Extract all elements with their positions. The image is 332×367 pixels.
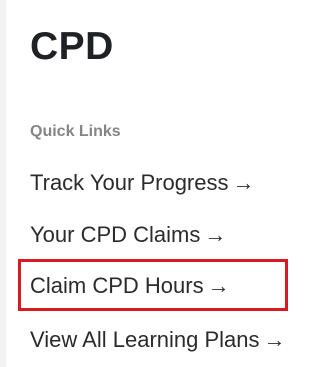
track-your-progress-link[interactable]: Track Your Progress →: [30, 168, 255, 198]
link-label: Your CPD Claims: [30, 222, 201, 247]
your-cpd-claims-link[interactable]: Your CPD Claims →: [30, 220, 226, 250]
arrow-right-icon: →: [232, 170, 255, 195]
link-label: Track Your Progress: [30, 170, 229, 195]
view-all-learning-plans-link[interactable]: View All Learning Plans →: [30, 325, 286, 355]
cpd-panel: CPD Quick Links Track Your Progress → You…: [6, 0, 332, 367]
link-label: Claim CPD Hours: [30, 273, 204, 298]
arrow-right-icon: →: [207, 273, 230, 298]
page-title: CPD: [30, 25, 114, 68]
quick-links-heading: Quick Links: [30, 123, 121, 140]
arrow-right-icon: →: [204, 222, 227, 247]
link-label: View All Learning Plans: [30, 327, 260, 352]
arrow-right-icon: →: [263, 327, 286, 352]
claim-cpd-hours-link[interactable]: Claim CPD Hours →: [30, 271, 230, 301]
